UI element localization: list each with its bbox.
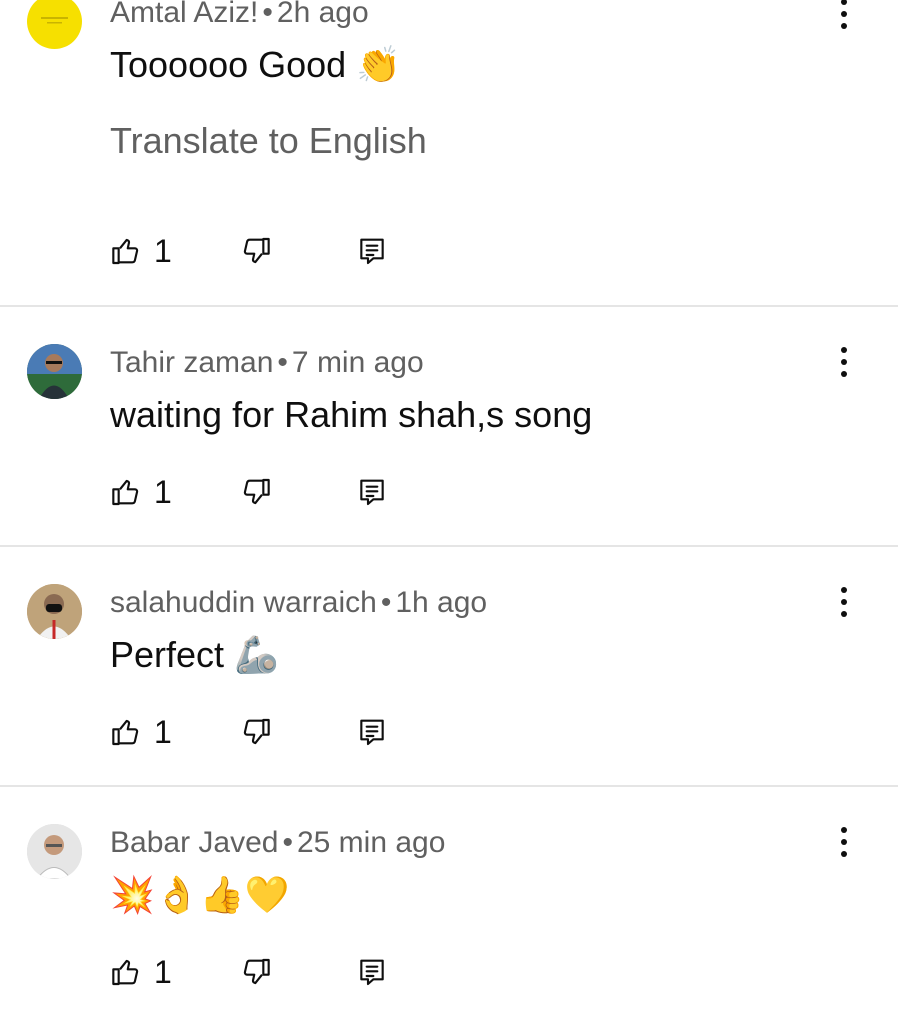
translate-link[interactable]: Translate to English bbox=[110, 120, 427, 162]
comment-text-content: waiting for Rahim shah,s song bbox=[110, 394, 593, 435]
comment-text: waiting for Rahim shah,s song bbox=[110, 394, 592, 436]
more-vert-icon-dot bbox=[841, 599, 847, 605]
comment-meta: Babar Javed • 25 min ago bbox=[110, 826, 445, 860]
like-count: 1 bbox=[154, 953, 172, 990]
more-vert-icon-dot bbox=[841, 611, 847, 617]
like-count: 1 bbox=[154, 713, 172, 750]
comment-actions: 1 bbox=[110, 950, 388, 994]
dislike-button[interactable] bbox=[240, 716, 356, 748]
like-count: 1 bbox=[154, 473, 172, 510]
thumbs-up-icon bbox=[110, 476, 142, 508]
comment-text-content: Toooooo Good bbox=[110, 44, 347, 85]
like-button[interactable]: 1 bbox=[110, 954, 240, 991]
reply-button[interactable] bbox=[356, 235, 388, 267]
like-button[interactable]: 1 bbox=[110, 714, 240, 751]
more-options-button[interactable] bbox=[826, 342, 862, 382]
thumbs-down-icon bbox=[240, 956, 272, 988]
comment-meta: salahuddin warraich • 1h ago bbox=[110, 586, 487, 620]
dislike-button[interactable] bbox=[240, 956, 356, 988]
thumbs-down-icon bbox=[240, 235, 272, 267]
more-vert-icon bbox=[841, 0, 847, 5]
more-vert-icon-dot bbox=[841, 11, 847, 17]
comment-actions: 1 bbox=[110, 470, 388, 514]
thumbs-up-icon bbox=[110, 235, 142, 267]
more-options-button[interactable] bbox=[826, 582, 862, 622]
like-count: 1 bbox=[154, 232, 172, 269]
comment-author[interactable]: salahuddin warraich bbox=[110, 586, 377, 619]
comment-time: 7 min ago bbox=[291, 346, 424, 379]
avatar[interactable] bbox=[27, 824, 82, 879]
clapping-hands-emoji: 👏 bbox=[356, 44, 402, 85]
more-vert-icon-dot bbox=[841, 851, 847, 857]
reply-icon bbox=[356, 476, 388, 508]
comment-text: Toooooo Good 👏 bbox=[110, 44, 401, 86]
reply-button[interactable] bbox=[356, 476, 388, 508]
thumbs-down-icon bbox=[240, 716, 272, 748]
reply-button[interactable] bbox=[356, 956, 388, 988]
thumbs-up-icon bbox=[110, 716, 142, 748]
divider bbox=[0, 545, 898, 547]
more-options-button[interactable] bbox=[826, 822, 862, 862]
comment-time: 2h ago bbox=[276, 0, 369, 29]
dislike-button[interactable] bbox=[240, 476, 356, 508]
reply-icon bbox=[356, 716, 388, 748]
more-vert-icon bbox=[841, 587, 847, 593]
comment-time: 1h ago bbox=[395, 586, 488, 619]
comment-meta: Amtal Aziz! • 2h ago bbox=[110, 0, 369, 30]
more-vert-icon bbox=[841, 827, 847, 833]
separator-dot: • bbox=[277, 346, 288, 379]
comment-text: 💥👌👍💛 bbox=[110, 874, 289, 916]
divider bbox=[0, 305, 898, 307]
thumbs-down-icon bbox=[240, 476, 272, 508]
comment-author[interactable]: Amtal Aziz! bbox=[110, 0, 258, 29]
comment-text: Perfect 🦾 bbox=[110, 634, 279, 676]
mechanical-arm-emoji: 🦾 bbox=[234, 634, 279, 675]
comment-time: 25 min ago bbox=[296, 826, 446, 859]
comment-actions: 1 bbox=[110, 229, 388, 273]
like-button[interactable]: 1 bbox=[110, 474, 240, 511]
more-vert-icon-dot bbox=[841, 371, 847, 377]
avatar[interactable] bbox=[27, 344, 82, 399]
avatar[interactable] bbox=[27, 584, 82, 639]
comment-author[interactable]: Babar Javed bbox=[110, 826, 278, 859]
separator-dot: • bbox=[282, 826, 293, 859]
comment-text-content: Perfect bbox=[110, 634, 225, 675]
more-options-button[interactable] bbox=[826, 0, 862, 34]
comment-author[interactable]: Tahir zaman bbox=[110, 346, 273, 379]
comment-meta: Tahir zaman • 7 min ago bbox=[110, 346, 424, 380]
reply-button[interactable] bbox=[356, 716, 388, 748]
more-vert-icon-dot bbox=[841, 23, 847, 29]
more-vert-icon bbox=[841, 347, 847, 353]
like-button[interactable]: 1 bbox=[110, 233, 240, 270]
more-vert-icon-dot bbox=[841, 359, 847, 365]
divider bbox=[0, 785, 898, 787]
thumbs-up-icon bbox=[110, 956, 142, 988]
comment-actions: 1 bbox=[110, 710, 388, 754]
emoji-sequence: 💥👌👍💛 bbox=[110, 874, 290, 915]
avatar[interactable] bbox=[27, 0, 82, 49]
dislike-button[interactable] bbox=[240, 235, 356, 267]
reply-icon bbox=[356, 235, 388, 267]
reply-icon bbox=[356, 956, 388, 988]
separator-dot: • bbox=[262, 0, 273, 29]
separator-dot: • bbox=[380, 586, 392, 619]
more-vert-icon-dot bbox=[841, 839, 847, 845]
